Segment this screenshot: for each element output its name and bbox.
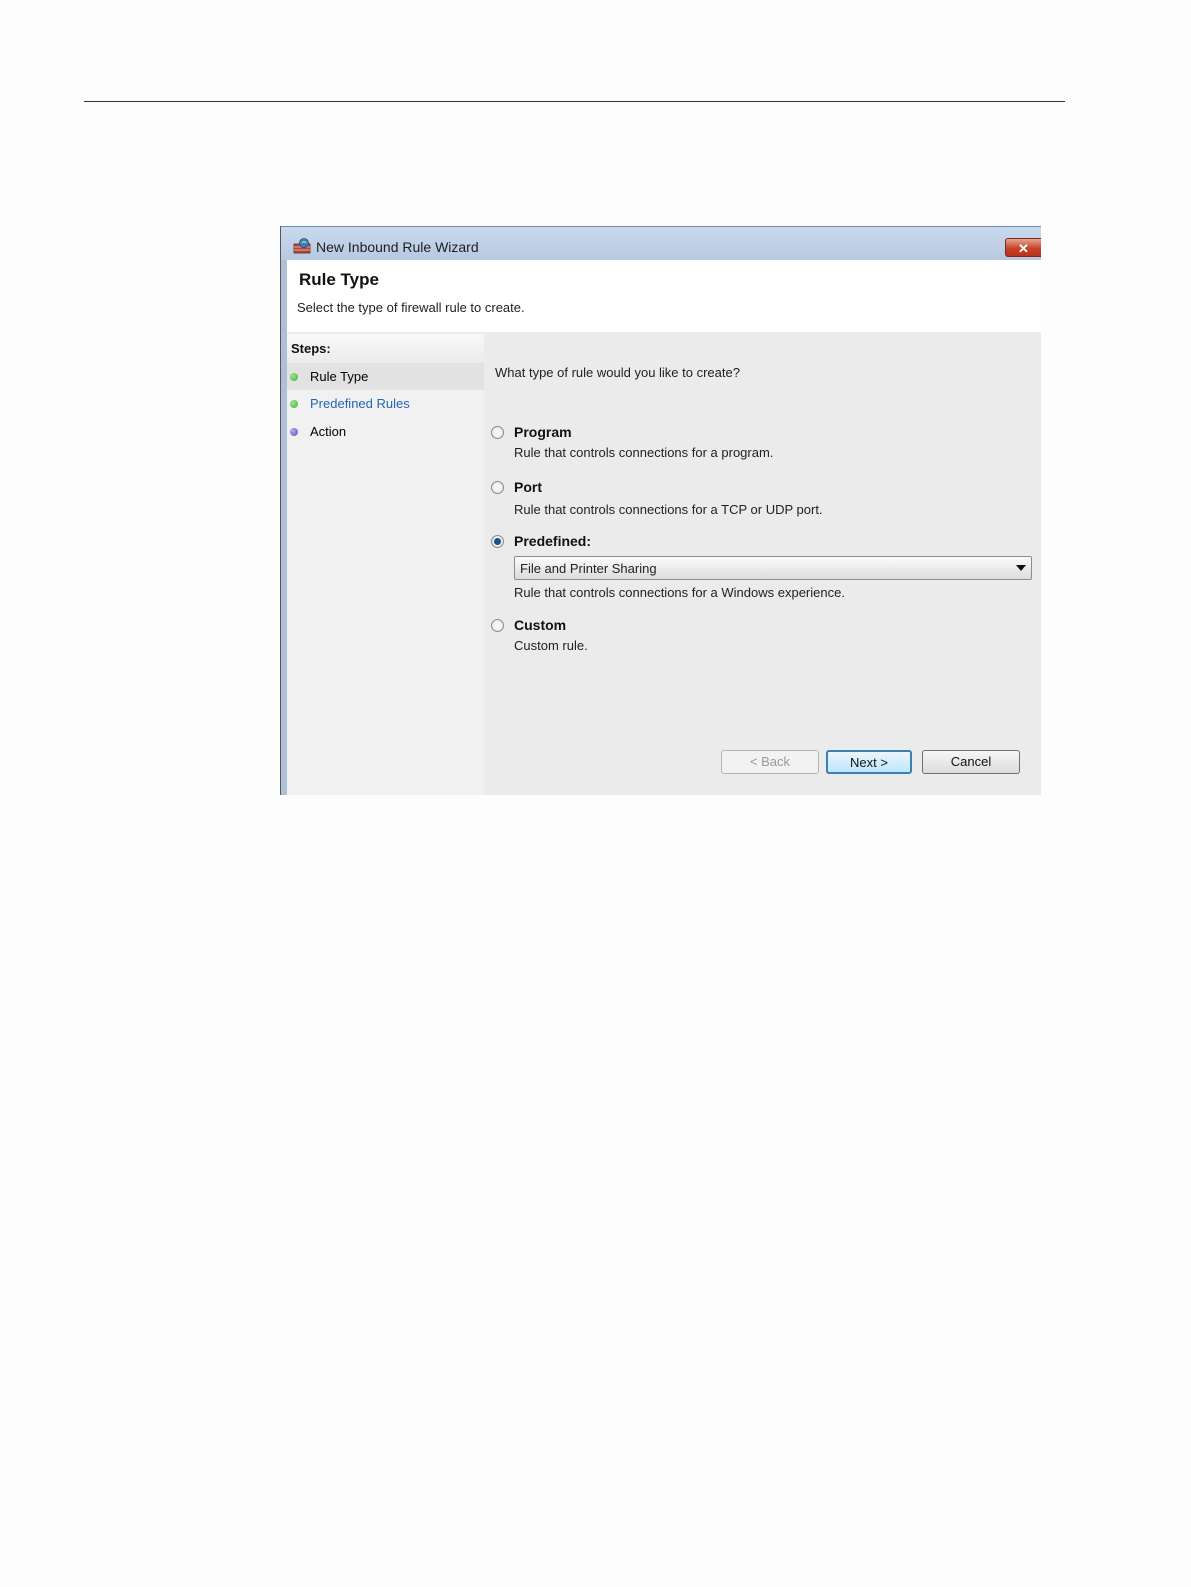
predefined-select-value: File and Printer Sharing (520, 561, 657, 576)
program-option-description: Rule that controls connections for a pro… (514, 445, 774, 460)
predefined-select[interactable]: File and Printer Sharing (514, 556, 1032, 580)
cancel-button[interactable]: Cancel (922, 750, 1020, 774)
port-radio[interactable] (491, 481, 504, 494)
step-status-dot-icon (290, 373, 298, 381)
wizard-header: Rule Type Select the type of firewall ru… (287, 260, 1041, 332)
page-title: Rule Type (299, 270, 379, 289)
steps-panel: Steps: Rule Type Predefined Rules Action (287, 334, 484, 795)
program-option-label[interactable]: Program (514, 424, 572, 440)
page-subtitle: Select the type of firewall rule to crea… (297, 300, 525, 315)
title-bar[interactable]: New Inbound Rule Wizard ✕ (281, 226, 1041, 261)
firewall-shield-icon (293, 238, 311, 254)
port-option-label[interactable]: Port (514, 479, 542, 495)
step-action[interactable]: Action (287, 418, 484, 445)
close-button[interactable]: ✕ (1005, 238, 1041, 257)
close-icon: ✕ (1018, 241, 1029, 256)
step-label: Predefined Rules (310, 396, 410, 411)
step-status-dot-icon (290, 400, 298, 408)
step-label: Action (310, 424, 347, 439)
port-option-description: Rule that controls connections for a TCP… (514, 502, 823, 517)
step-predefined-rules[interactable]: Predefined Rules (287, 390, 484, 417)
step-status-dot-icon (290, 428, 298, 436)
window-title: New Inbound Rule Wizard (316, 239, 479, 255)
rule-question: What type of rule would you like to crea… (495, 365, 740, 380)
wizard-window: New Inbound Rule Wizard ✕ Rule Type Sele… (280, 226, 1041, 795)
steps-heading: Steps: (287, 334, 484, 363)
chevron-down-icon (1016, 565, 1026, 571)
step-label: Rule Type (310, 369, 369, 384)
custom-option-label[interactable]: Custom (514, 617, 566, 633)
predefined-option-label[interactable]: Predefined: (514, 533, 591, 549)
back-button[interactable]: < Back (721, 750, 819, 774)
page-divider (84, 101, 1065, 102)
program-radio[interactable] (491, 426, 504, 439)
custom-option-description: Custom rule. (514, 638, 588, 653)
wizard-content: What type of rule would you like to crea… (487, 334, 1041, 795)
next-button[interactable]: Next > (826, 750, 912, 774)
predefined-option-description: Rule that controls connections for a Win… (514, 585, 845, 600)
custom-radio[interactable] (491, 619, 504, 632)
step-rule-type[interactable]: Rule Type (287, 363, 484, 390)
predefined-radio[interactable] (491, 535, 504, 548)
